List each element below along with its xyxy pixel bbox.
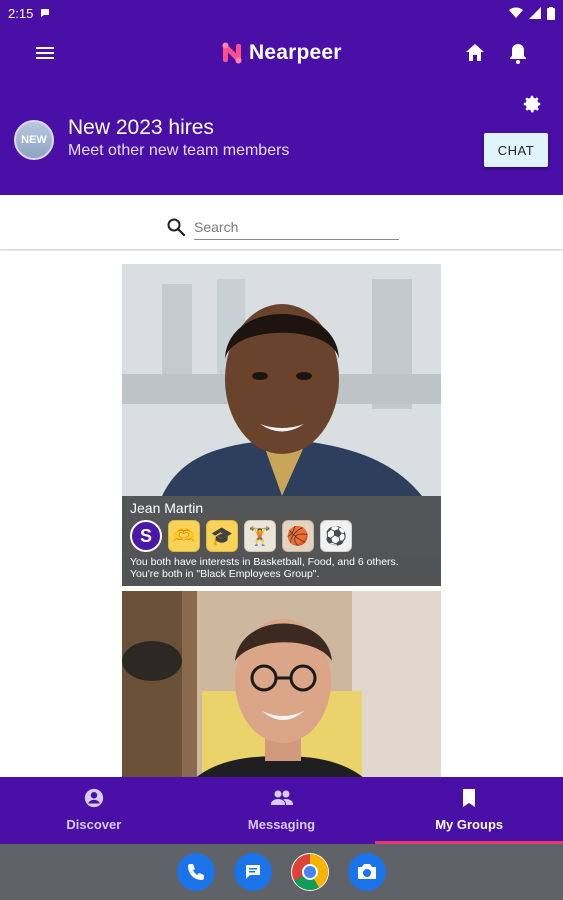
account-circle-icon — [84, 788, 103, 808]
message-bubble-icon — [246, 865, 260, 879]
member-photo — [122, 591, 441, 777]
group-header: NEW New 2023 hires Meet other new team m… — [0, 82, 563, 195]
search-icon — [167, 218, 186, 237]
member-card[interactable]: Jean Martin S 🫶 🎓 🏋 🏀 ⚽ You both have in… — [122, 264, 441, 586]
nav-discover[interactable]: Discover — [0, 777, 188, 844]
bell-icon[interactable] — [507, 41, 529, 65]
shared-groups-line: You're both in "Black Employees Group". — [130, 568, 320, 580]
search-bar — [0, 195, 563, 250]
app-logo: Nearpeer — [221, 41, 342, 65]
nav-messaging-label: Messaging — [247, 817, 316, 832]
phone-app-icon[interactable] — [177, 853, 215, 891]
wifi-icon — [509, 7, 523, 19]
soccer-ball-icon: ⚽ — [320, 520, 352, 552]
shared-interests-line: You both have interests in Basketball, F… — [130, 556, 399, 568]
interest-badges: S 🫶 🎓 🏋 🏀 ⚽ — [130, 520, 433, 552]
messages-app-icon[interactable] — [234, 853, 272, 891]
status-time: 2:15 — [8, 5, 34, 21]
nav-my-groups[interactable]: My Groups — [375, 777, 563, 844]
chat-button[interactable]: CHAT — [484, 133, 548, 167]
wave-hands-icon: 🫶 — [168, 520, 200, 552]
menu-icon[interactable] — [34, 44, 56, 62]
member-caption: Jean Martin S 🫶 🎓 🏋 🏀 ⚽ You both have in… — [122, 496, 441, 586]
nav-messaging[interactable]: Messaging — [188, 777, 376, 844]
nearpeer-logo-icon — [222, 42, 242, 64]
nav-my-groups-label: My Groups — [435, 817, 504, 832]
group-title: New 2023 hires — [68, 116, 214, 139]
member-feed[interactable]: Jean Martin S 🫶 🎓 🏋 🏀 ⚽ You both have in… — [0, 251, 563, 777]
badge-s-icon: S — [130, 520, 162, 552]
basketball-icon: 🏀 — [282, 520, 314, 552]
app-bar: Nearpeer — [0, 26, 563, 82]
portrait-image-icon — [122, 264, 441, 496]
portrait-image-icon — [122, 591, 441, 777]
nav-discover-label: Discover — [66, 817, 122, 832]
search-input[interactable] — [194, 215, 399, 240]
chrome-icon — [292, 854, 328, 891]
system-dock — [0, 844, 563, 900]
signal-icon — [529, 7, 541, 19]
status-bar: 2:15 — [0, 0, 563, 26]
shared-interests-text: You both have interests in Basketball, F… — [130, 556, 433, 580]
people-icon — [270, 790, 293, 805]
app-name: Nearpeer — [249, 41, 342, 64]
home-icon[interactable] — [463, 41, 487, 65]
gear-icon[interactable] — [521, 93, 543, 115]
notification-icon — [41, 9, 50, 17]
weightlifting-icon: 🏋 — [244, 520, 276, 552]
chrome-app-icon[interactable] — [291, 853, 329, 891]
group-subtitle: Meet other new team members — [68, 142, 290, 159]
bookmark-icon — [463, 789, 476, 807]
member-name: Jean Martin — [130, 500, 204, 516]
group-avatar: NEW — [14, 120, 54, 160]
camera-app-icon[interactable] — [348, 853, 386, 891]
member-card[interactable] — [122, 591, 441, 777]
phone-icon — [188, 864, 204, 880]
camera-icon — [358, 864, 376, 879]
graduation-cap-icon: 🎓 — [206, 520, 238, 552]
battery-icon — [547, 6, 555, 20]
bottom-nav: Discover Messaging My Groups — [0, 777, 563, 844]
